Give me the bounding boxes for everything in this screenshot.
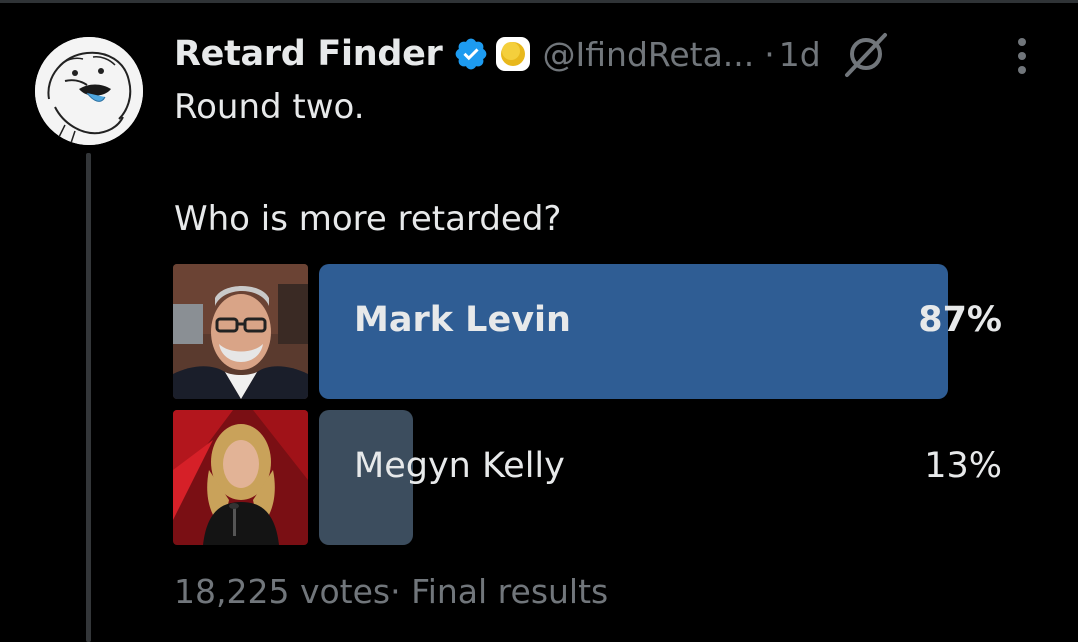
user-handle[interactable]: @IfindReta... [543,35,755,74]
top-divider [0,0,1078,3]
poll-option-label-megyn-kelly: Megyn Kelly [354,446,565,486]
poll-option-percent-megyn-kelly: 13% [924,446,1002,486]
verified-badge-icon[interactable] [453,36,489,72]
grok-icon[interactable] [841,29,891,79]
timestamp[interactable]: 1d [779,35,821,74]
poll-question: Who is more retarded? [174,199,562,239]
more-vertical-icon[interactable] [1010,36,1034,76]
poll-status: Final results [411,572,609,611]
avatar[interactable] [35,37,143,145]
mark-levin-photo [173,264,308,399]
tweet-text: Round two. [174,87,365,127]
separator-dot: · [764,34,775,74]
poll-option-percent-mark-levin: 87% [918,300,1002,340]
poll-footer: 18,225 votes· Final results [174,570,608,614]
yellow-circle-icon[interactable] [495,36,531,72]
vote-count: 18,225 votes [174,572,391,611]
thread-line [86,153,91,642]
display-name[interactable]: Retard Finder [174,34,443,74]
poll-option-label-mark-levin: Mark Levin [354,300,571,340]
tweet-header: Retard Finder @IfindReta... · 1d [174,26,891,82]
megyn-kelly-photo [173,410,308,545]
footer-dot: · [390,572,401,611]
